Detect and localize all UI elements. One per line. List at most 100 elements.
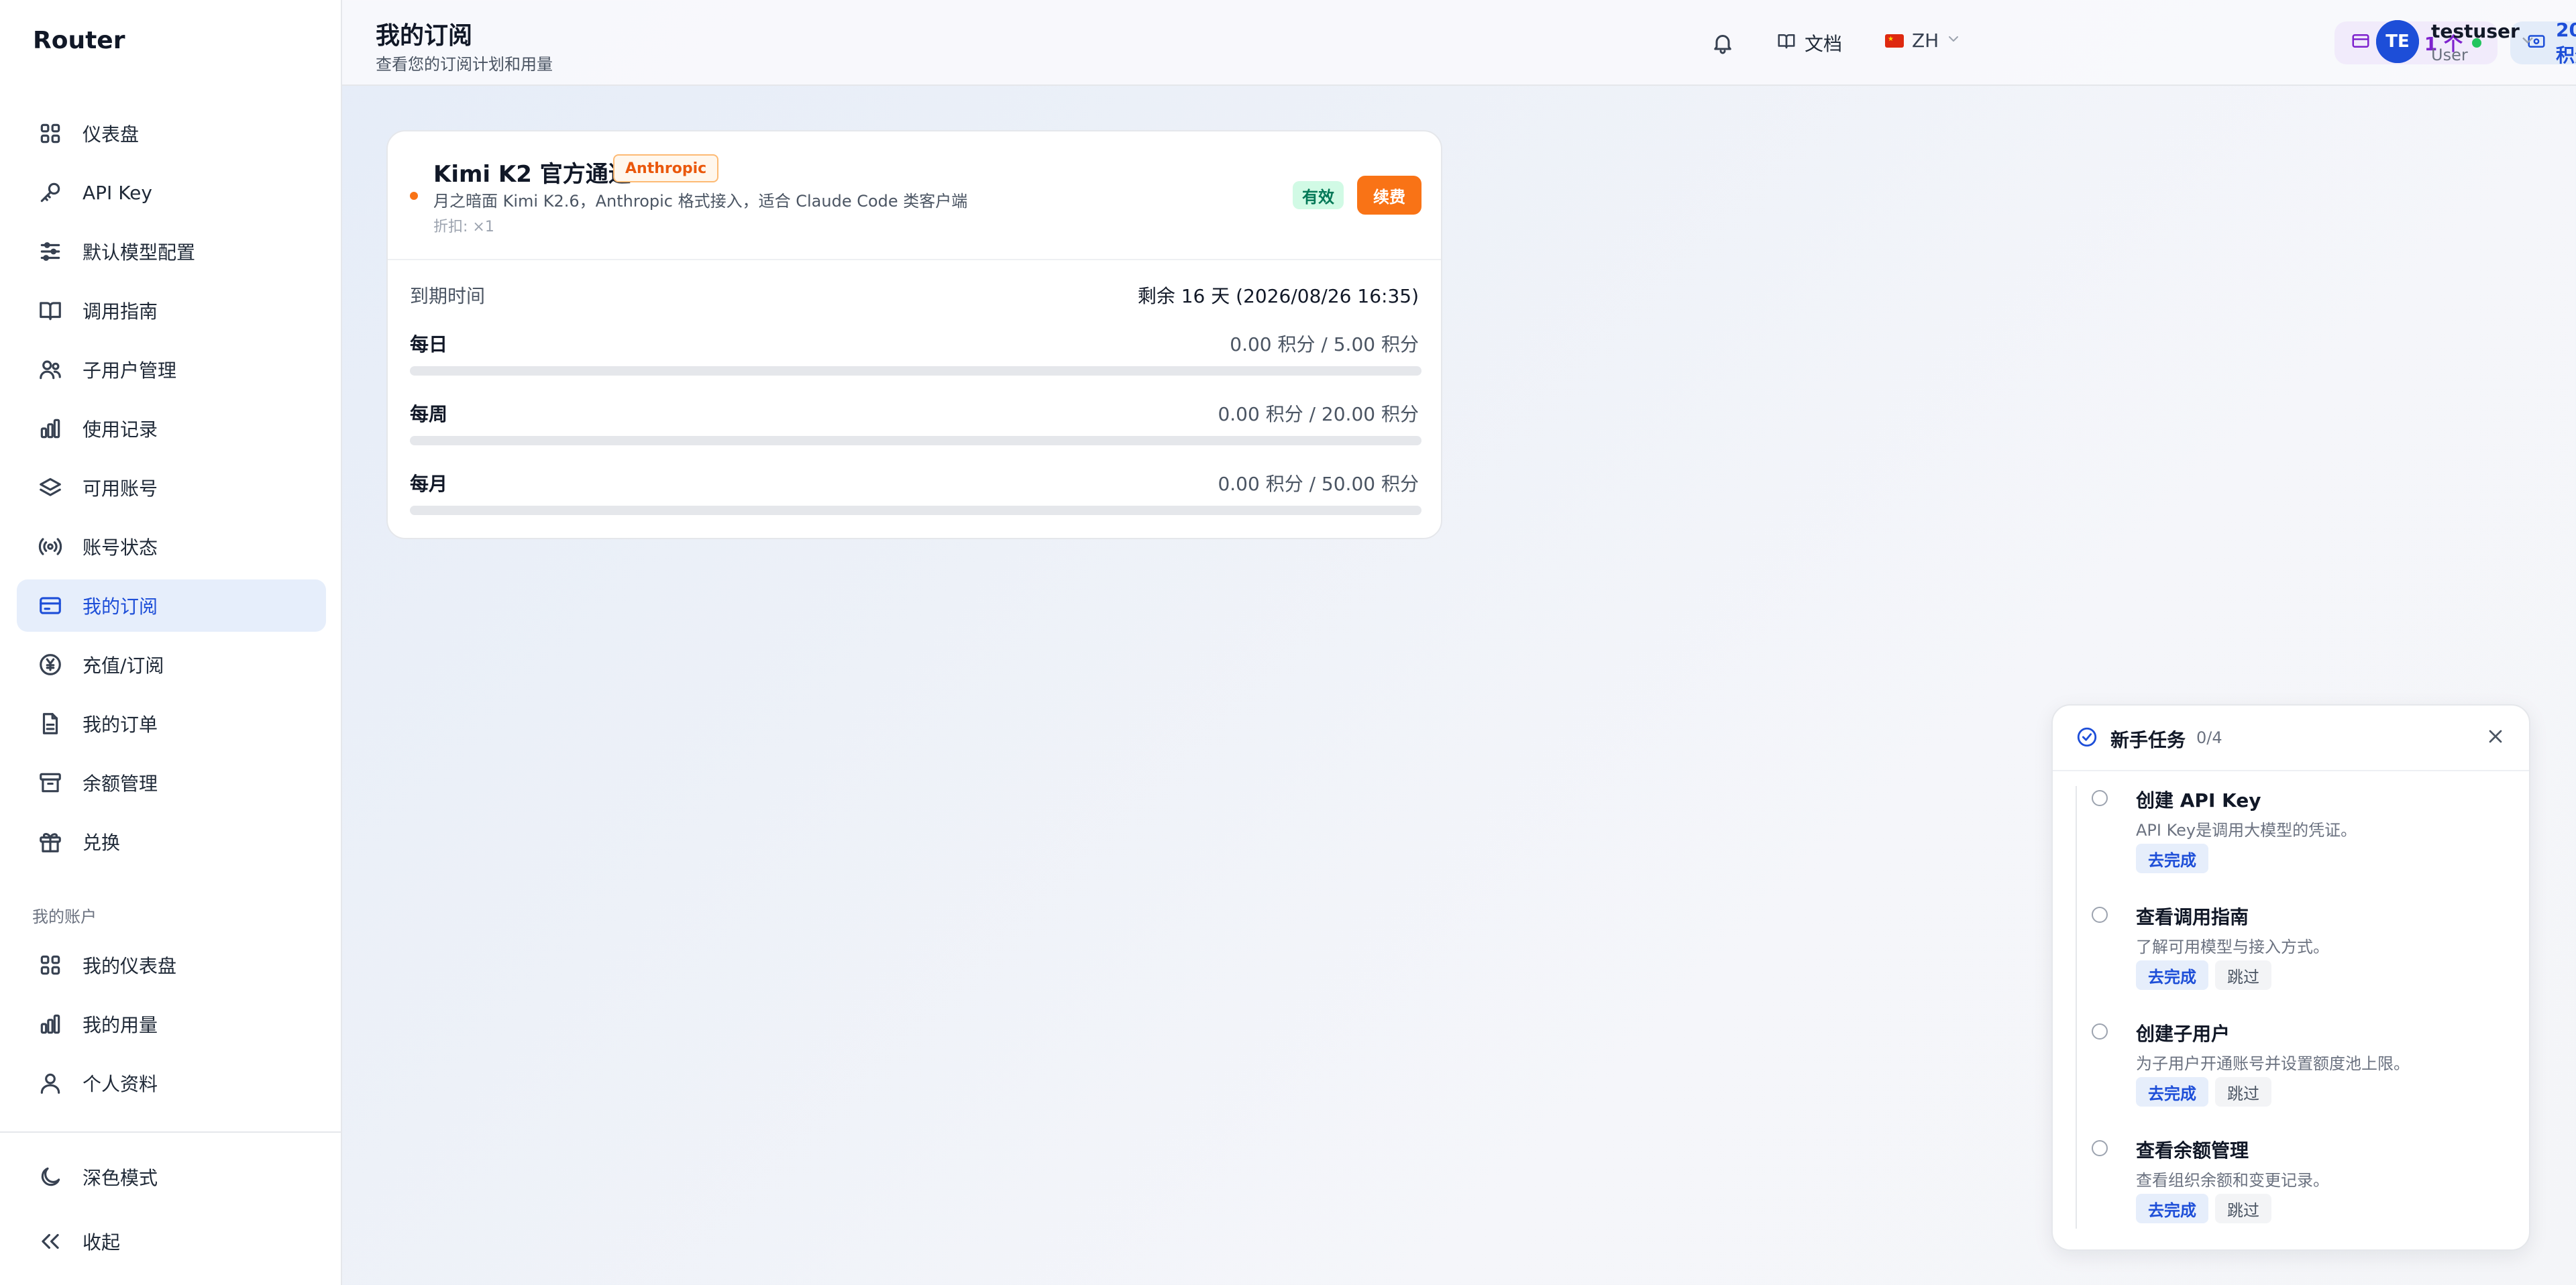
sidebar-item-label: 仪表盘 [83, 123, 140, 146]
quota-daily-progress [410, 366, 1421, 376]
sidebar-item-label: 兑换 [83, 832, 121, 854]
quota-daily-label: 每日 [410, 333, 448, 355]
book-open-icon [1776, 31, 1796, 56]
task-skip-button[interactable]: 跳过 [2215, 1077, 2271, 1107]
sidebar-divider [0, 1131, 341, 1133]
task-desc: 为子用户开通账号并设置额度池上限。 [2136, 1054, 2410, 1073]
sidebar-item-account-status[interactable]: 账号状态 [17, 520, 326, 573]
sliders-icon [37, 238, 64, 265]
dark-mode-label: 深色模式 [83, 1167, 158, 1189]
file-icon [37, 710, 64, 737]
quota-weekly-label: 每周 [410, 403, 448, 425]
task-title: 创建 API Key [2136, 789, 2261, 812]
expiry-label: 到期时间 [410, 285, 486, 307]
task-title: 查看调用指南 [2136, 906, 2249, 928]
sidebar-item-my-dashboard[interactable]: 我的仪表盘 [17, 939, 326, 991]
page-subtitle: 查看您的订阅计划和用量 [376, 55, 553, 74]
sidebar-item-recharge[interactable]: 充值/订阅 [17, 638, 326, 691]
china-flag-icon: ★ [1885, 34, 1904, 48]
sidebar-item-label: 余额管理 [83, 773, 158, 795]
users-icon [37, 356, 64, 383]
task-go-button[interactable]: 去完成 [2136, 1194, 2208, 1223]
sidebar-item-accounts[interactable]: 可用账号 [17, 461, 326, 514]
quota-monthly-label: 每月 [410, 473, 448, 495]
sidebar-section-label: 我的账户 [32, 907, 97, 926]
task-checkbox[interactable] [2092, 790, 2108, 806]
check-circle-icon [2076, 726, 2098, 751]
grid-icon [37, 120, 64, 147]
sidebar-item-label: 默认模型配置 [83, 241, 196, 264]
credits-balance-label: 2000.00 积分 [2556, 18, 2576, 66]
language-label: ZH [1912, 30, 1939, 52]
sidebar-item-balance[interactable]: 余额管理 [17, 757, 326, 809]
sidebar-item-label: 可用账号 [83, 478, 158, 500]
task-title: 创建子用户 [2136, 1023, 2231, 1045]
chevron-down-icon [1945, 30, 1962, 52]
user-role: User [2431, 46, 2468, 64]
avatar: TE [2376, 20, 2419, 63]
sidebar-item-my-subscription[interactable]: 我的订阅 [17, 579, 326, 632]
task-checkbox[interactable] [2092, 1023, 2108, 1040]
close-panel-button[interactable] [2485, 726, 2506, 750]
quota-weekly-progress [410, 436, 1421, 445]
sidebar-item-sub-users[interactable]: 子用户管理 [17, 343, 326, 396]
sidebar-item-profile[interactable]: 个人资料 [17, 1057, 326, 1109]
sidebar-item-dashboard[interactable]: 仪表盘 [17, 107, 326, 160]
sidebar-item-label: 我的订单 [83, 714, 158, 736]
quota-daily-value: 0.00 积分 / 5.00 积分 [1230, 333, 1419, 355]
task-go-button[interactable]: 去完成 [2136, 960, 2208, 990]
grid-icon [37, 952, 64, 979]
layers-icon [37, 474, 64, 501]
sidebar-item-guide[interactable]: 调用指南 [17, 284, 326, 337]
gift-icon [37, 828, 64, 855]
sidebar-item-label: 调用指南 [83, 300, 158, 323]
bar-chart-icon [37, 415, 64, 442]
language-selector[interactable]: ★ ZH [1885, 30, 1962, 52]
status-dot [410, 192, 418, 200]
task-desc: API Key是调用大模型的凭证。 [2136, 821, 2357, 840]
task-desc: 了解可用模型与接入方式。 [2136, 938, 2329, 956]
expiry-value: 剩余 16 天 (2026/08/26 16:35) [1137, 285, 1419, 307]
yen-circle-icon [37, 651, 64, 678]
radio-signal-icon [37, 533, 64, 560]
task-checkbox[interactable] [2092, 907, 2108, 923]
brand-logo[interactable]: Router [33, 27, 125, 54]
sidebar-item-label: API Key [83, 181, 152, 204]
quota-monthly-progress [410, 506, 1421, 515]
task-skip-button[interactable]: 跳过 [2215, 1194, 2271, 1223]
task-timeline-line [2076, 786, 2077, 1229]
task-go-button[interactable]: 去完成 [2136, 844, 2208, 873]
bar-chart-icon [37, 1011, 64, 1038]
sidebar-item-label: 我的订阅 [83, 596, 158, 618]
dark-mode-toggle[interactable]: 深色模式 [17, 1151, 326, 1203]
book-icon [37, 297, 64, 324]
user-name: testuser [2431, 20, 2520, 42]
sidebar-item-label: 我的仪表盘 [83, 955, 177, 977]
quota-weekly-value: 0.00 积分 / 20.00 积分 [1218, 403, 1419, 425]
sidebar-item-api-key[interactable]: API Key [17, 166, 326, 219]
task-skip-button[interactable]: 跳过 [2215, 960, 2271, 990]
task-go-button[interactable]: 去完成 [2136, 1077, 2208, 1107]
close-icon [2489, 730, 2502, 743]
sidebar-item-redeem[interactable]: 兑换 [17, 816, 326, 868]
sidebar-item-default-model[interactable]: 默认模型配置 [17, 225, 326, 278]
sidebar-item-label: 账号状态 [83, 537, 158, 559]
renew-button[interactable]: 续费 [1357, 176, 1421, 215]
user-icon [37, 1070, 64, 1097]
tasks-title: 新手任务 [2110, 729, 2186, 751]
docs-link[interactable]: 文档 [1776, 30, 1842, 56]
top-header: 我的订阅 查看您的订阅计划和用量 文档 ★ ZH 订阅 1 个 2000.00 … [342, 0, 2576, 86]
notifications-button[interactable] [1711, 31, 1735, 58]
sidebar-item-usage-log[interactable]: 使用记录 [17, 402, 326, 455]
collapse-sidebar-button[interactable]: 收起 [17, 1215, 326, 1268]
archive-icon [37, 769, 64, 796]
sidebar-item-label: 个人资料 [83, 1073, 158, 1095]
task-checkbox[interactable] [2092, 1140, 2108, 1156]
sidebar-item-my-usage[interactable]: 我的用量 [17, 998, 326, 1050]
sidebar-item-orders[interactable]: 我的订单 [17, 697, 326, 750]
panel-divider [2053, 770, 2529, 771]
page-title: 我的订阅 [376, 22, 473, 50]
task-desc: 查看组织余额和变更记录。 [2136, 1171, 2329, 1190]
moon-icon [37, 1164, 64, 1190]
subscription-card: Kimi K2 官方通道 Anthropic 月之暗面 Kimi K2.6，An… [386, 130, 1442, 539]
